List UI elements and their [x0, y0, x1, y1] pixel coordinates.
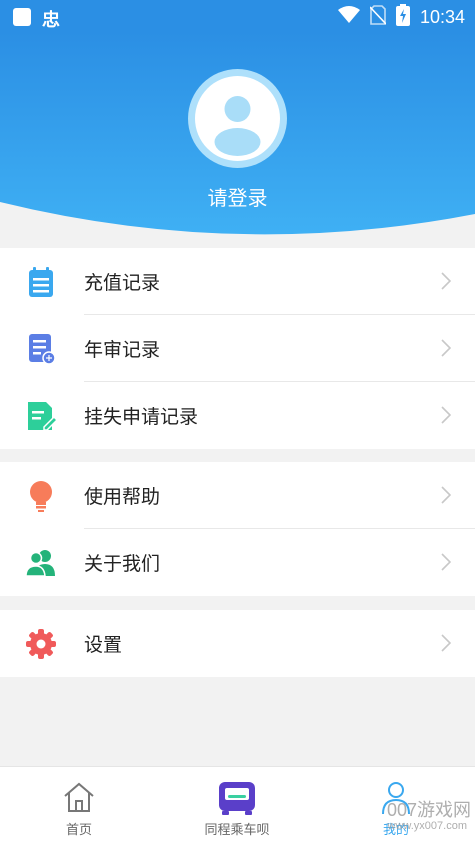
- status-bar: 忠 10:34: [0, 0, 475, 32]
- app-square-icon: [12, 7, 32, 31]
- menu-item-label: 设置: [84, 634, 123, 656]
- home-icon: [62, 781, 96, 817]
- recharge-record-icon: [24, 265, 58, 299]
- bus-icon: [216, 781, 258, 819]
- lightbulb-icon: [24, 479, 58, 513]
- menu-item-loss-report[interactable]: 挂失申请记录: [0, 382, 475, 449]
- nav-label: 同程乘车呗: [204, 823, 270, 838]
- watermark-text: 007游戏网: [386, 800, 471, 820]
- menu-item-settings[interactable]: 设置: [0, 610, 475, 677]
- chevron-right-icon: [441, 339, 452, 357]
- menu-item-help[interactable]: 使用帮助: [0, 462, 475, 529]
- wifi-icon: [337, 6, 360, 28]
- menu-item-label: 年审记录: [84, 339, 161, 361]
- menu-item-annual-review[interactable]: 年审记录: [0, 315, 475, 382]
- menu-item-about-us[interactable]: 关于我们: [0, 529, 475, 596]
- menu-item-recharge-record[interactable]: 充值记录: [0, 248, 475, 315]
- menu-item-label: 充值记录: [84, 272, 161, 294]
- nav-item-home[interactable]: 首页: [0, 767, 158, 844]
- loss-report-icon: [24, 399, 59, 433]
- chevron-right-icon: [441, 634, 452, 652]
- settings-gear-icon: [24, 627, 58, 661]
- login-link[interactable]: 请登录: [0, 182, 475, 211]
- menu-group-records: 充值记录 年审记录 挂失申请记录: [0, 248, 475, 449]
- menu-group-settings: 设置: [0, 610, 475, 677]
- chevron-right-icon: [441, 553, 452, 571]
- default-user-icon: [195, 76, 280, 161]
- chevron-right-icon: [441, 272, 452, 290]
- watermark-url: www.yx007.com: [387, 820, 467, 832]
- annual-review-icon: [24, 332, 58, 366]
- chevron-right-icon: [441, 486, 452, 504]
- avatar[interactable]: [188, 69, 287, 168]
- status-left-glyph: 忠: [42, 10, 60, 31]
- profile-header: 请登录: [0, 32, 475, 248]
- users-icon: [24, 546, 58, 580]
- clock: 10:34: [419, 6, 465, 27]
- nav-label: 首页: [65, 823, 92, 838]
- menu-item-label: 挂失申请记录: [84, 406, 199, 428]
- menu-item-label: 关于我们: [84, 553, 161, 575]
- no-sim-icon: [369, 5, 387, 29]
- chevron-right-icon: [441, 406, 452, 424]
- nav-item-bus[interactable]: 同程乘车呗: [158, 767, 316, 844]
- menu-group-info: 使用帮助 关于我们: [0, 462, 475, 596]
- menu-item-label: 使用帮助: [84, 486, 161, 508]
- battery-charging-icon: [395, 4, 410, 30]
